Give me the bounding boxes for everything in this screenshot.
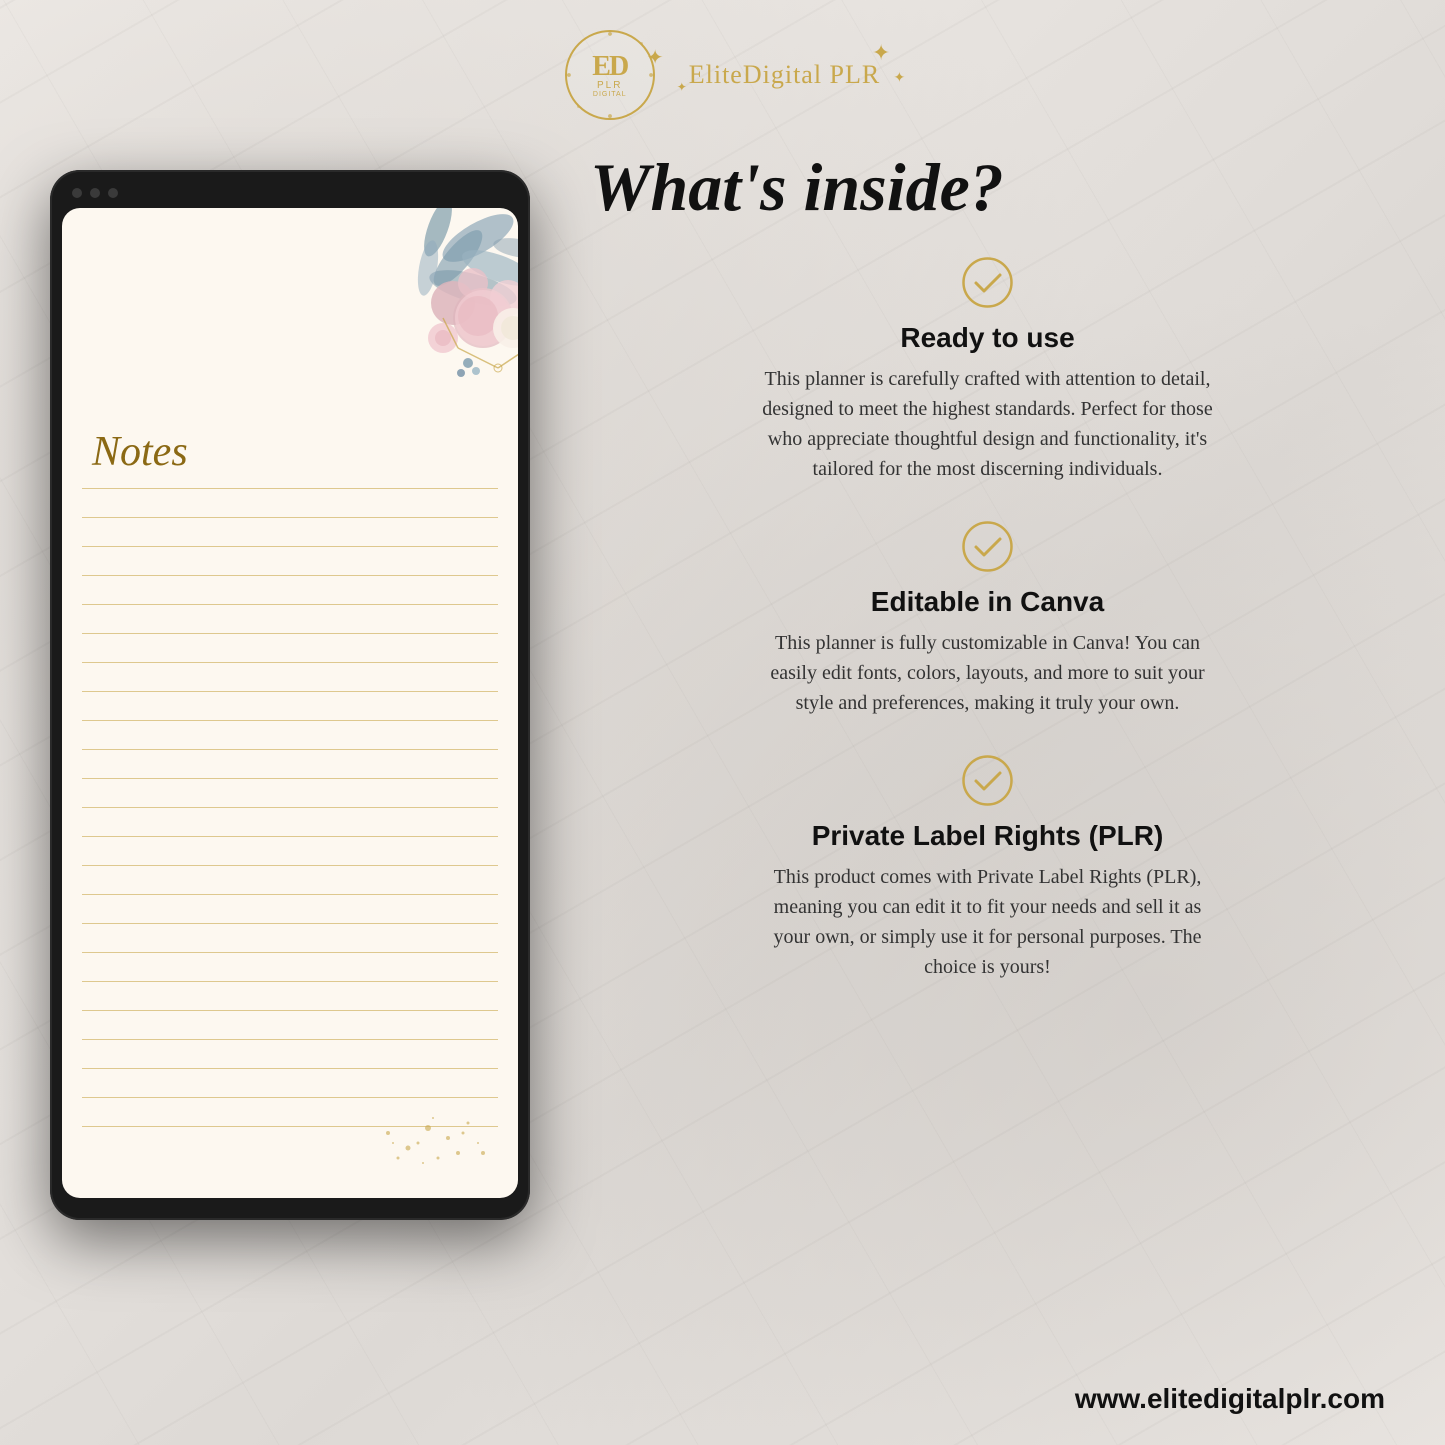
checkmark-icon-1 [960,255,1015,310]
tablet-dot-1 [72,188,82,198]
brand-name: EliteDigital PLR [689,60,881,89]
notes-label: Notes [92,428,188,476]
tablet-dot-2 [90,188,100,198]
feature-desc-1: This planner is carefully crafted with a… [758,364,1218,484]
tablet-dot-3 [108,188,118,198]
tablet-section: Notes [40,150,540,1343]
logo-container: ED PLR DIGITAL ✦ ✦ [565,30,881,120]
feature-title-2: Editable in Canva [590,586,1385,618]
sparkle-small-icon: ✦ [677,80,687,95]
feature-ready-to-use: Ready to use This planner is carefully c… [590,255,1385,484]
main-heading: What's inside? [590,150,1385,225]
feature-title-1: Ready to use [590,322,1385,354]
sparkle-icon: ✦ [647,45,664,70]
feature-desc-3: This product comes with Private Label Ri… [758,862,1218,982]
feature-title-3: Private Label Rights (PLR) [590,820,1385,852]
feature-desc-2: This planner is fully customizable in Ca… [758,628,1218,718]
main-content: Notes [0,140,1445,1363]
header: ED PLR DIGITAL ✦ ✦ [0,0,1445,140]
tablet-screen: Notes [62,208,518,1198]
website-url: www.elitedigitalplr.com [1075,1383,1385,1414]
floral-corner [298,208,518,408]
sparkle-right-icon: ✦ [872,40,890,66]
footer: www.elitedigitalplr.com [0,1363,1445,1445]
feature-plr: Private Label Rights (PLR) This product … [590,753,1385,982]
checkmark-icon-2 [960,519,1015,574]
sparkle-right-small-icon: ✦ [894,70,906,87]
logo-circle: ED PLR DIGITAL [565,30,655,120]
tablet-top-bar [62,188,518,208]
checkmark-icon-3 [960,753,1015,808]
tablet-frame: Notes [50,170,530,1220]
right-section: What's inside? Ready to use This planner… [570,150,1405,1343]
feature-canva: Editable in Canva This planner is fully … [590,519,1385,718]
